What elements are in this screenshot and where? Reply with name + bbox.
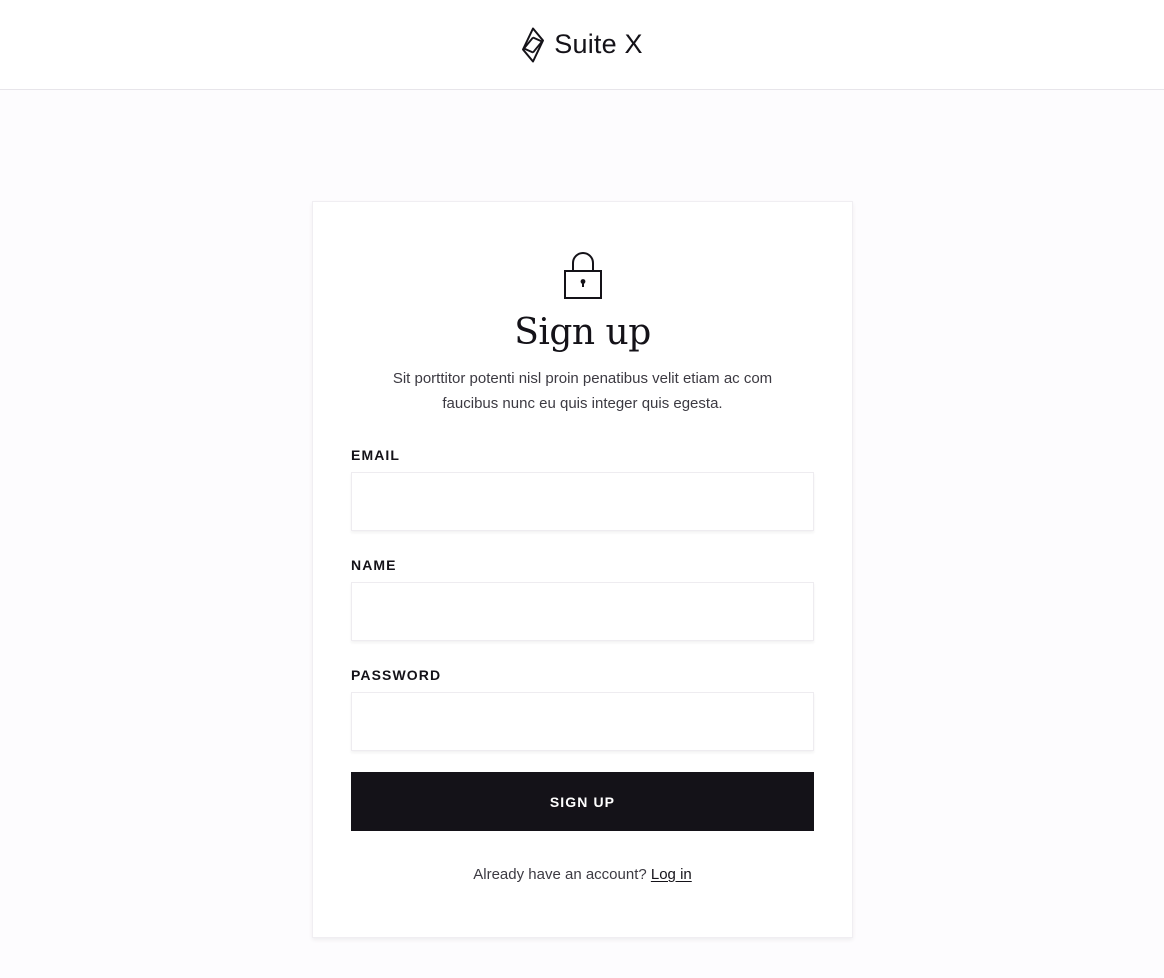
signup-card: Sign up Sit porttitor potenti nisl proin… [312,201,853,938]
brand-name: Suite X [554,29,643,59]
password-field[interactable] [351,692,814,751]
password-label: PASSWORD [351,667,442,683]
email-field[interactable] [351,472,814,531]
lock-icon [564,252,602,299]
name-label: NAME [351,557,397,573]
page-subtitle: Sit porttitor potenti nisl proin penatib… [392,370,773,412]
email-label: EMAIL [351,447,401,463]
login-prompt-text: Already have an account? [473,866,647,883]
login-prompt: Already have an account? Log in [313,866,852,883]
login-link[interactable]: Log in [651,866,692,883]
brand-home-link[interactable]: Suite X [521,27,643,63]
name-field[interactable] [351,582,814,641]
diamond-leaf-logo-icon [522,27,545,62]
sign-up-button[interactable]: SIGN UP [351,772,814,831]
page-title: Sign up [514,312,651,353]
top-bar: Suite X [0,0,1164,90]
